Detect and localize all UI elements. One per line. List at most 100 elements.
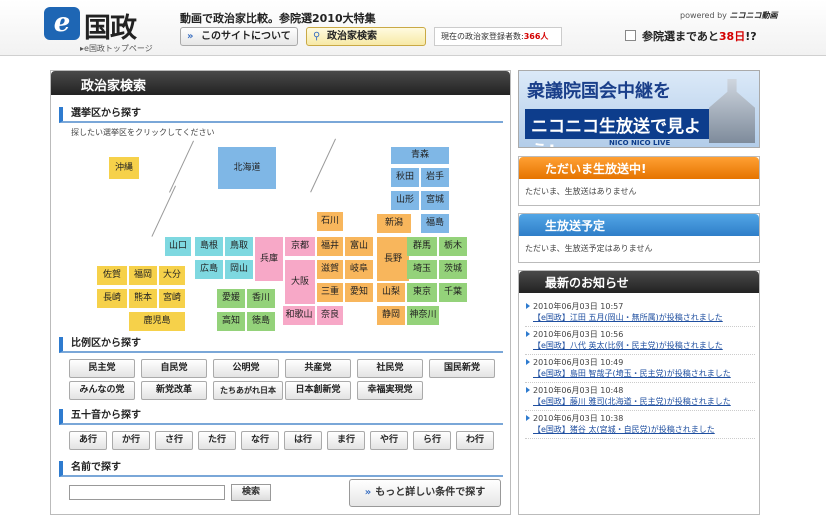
news-link[interactable]: 【e国政】猪谷 太(宮城・自民党)が投稿されました xyxy=(533,424,755,435)
prefecture-0[interactable]: 沖縄 xyxy=(109,157,139,179)
news-list: 2010年06月03日 10:57 【e国政】江田 五月(岡山・無所属)が投稿され… xyxy=(519,293,759,439)
party-button-6[interactable]: みんなの党 xyxy=(69,381,135,400)
prefecture-18[interactable]: 栃木 xyxy=(439,237,467,256)
prefecture-24[interactable]: 岐阜 xyxy=(345,260,373,279)
prefecture-13[interactable]: 京都 xyxy=(285,237,315,256)
prefecture-39[interactable]: 香川 xyxy=(247,289,275,308)
prefecture-33[interactable]: 東京 xyxy=(407,283,437,302)
news-item: 2010年06月03日 10:48 【e国政】藤川 雅司(北海道・民主党)が投稿さ… xyxy=(525,383,755,411)
prefecture-46[interactable]: 徳島 xyxy=(247,312,275,331)
prefecture-45[interactable]: 高知 xyxy=(217,312,245,331)
scheduled-title: 生放送予定 xyxy=(519,214,759,236)
party-button-3[interactable]: 共産党 xyxy=(285,359,351,378)
prefecture-36[interactable]: 熊本 xyxy=(129,289,157,308)
kana-button-4[interactable]: な行 xyxy=(241,431,279,450)
prefecture-19[interactable]: 広島 xyxy=(195,260,223,279)
advanced-search-button[interactable]: » もっと詳しい条件で探す xyxy=(349,479,501,507)
diet-live-banner[interactable]: 衆議院国会中継を ニコニコ生放送で見よう! NICO NICO LIVE xyxy=(518,70,760,148)
prefecture-40[interactable]: 和歌山 xyxy=(283,306,315,325)
news-item: 2010年06月03日 10:49 【e国政】島田 智哉子(埼玉・民主党)が投稿さ… xyxy=(525,355,755,383)
prefecture-11[interactable]: 島根 xyxy=(195,237,223,256)
prefecture-41[interactable]: 奈良 xyxy=(317,306,343,325)
prefecture-15[interactable]: 富山 xyxy=(345,237,373,256)
kana-button-1[interactable]: か行 xyxy=(112,431,150,450)
prefecture-14[interactable]: 福井 xyxy=(317,237,343,256)
kana-button-8[interactable]: ら行 xyxy=(413,431,451,450)
double-chevron-icon: » xyxy=(187,31,194,42)
prefecture-37[interactable]: 宮崎 xyxy=(159,289,185,308)
name-search-button[interactable]: 検索 xyxy=(231,484,271,501)
live-now-text: ただいま、生放送はありません xyxy=(525,187,637,196)
news-link[interactable]: 【e国政】江田 五月(岡山・無所属)が投稿されました xyxy=(533,312,755,323)
prefecture-12[interactable]: 鳥取 xyxy=(225,237,253,256)
prefecture-17[interactable]: 群馬 xyxy=(407,237,437,256)
scheduled-text: ただいま、生放送予定はありません xyxy=(525,244,653,253)
prefecture-34[interactable]: 千葉 xyxy=(439,283,467,302)
politician-search-button[interactable]: ⚲ 政治家検索 xyxy=(306,27,426,46)
kana-button-6[interactable]: ま行 xyxy=(327,431,365,450)
prefecture-6[interactable]: 宮城 xyxy=(421,191,449,210)
party-button-8[interactable]: たちあがれ日本 xyxy=(213,381,283,400)
news-link[interactable]: 【e国政】藤川 雅司(北海道・民主党)が投稿されました xyxy=(533,396,755,407)
prefecture-25[interactable]: 埼玉 xyxy=(407,260,437,279)
panel-title: 政治家検索 xyxy=(51,71,510,95)
news-link[interactable]: 【e国政】八代 英太(比例・民主党)が投稿されました xyxy=(533,340,755,351)
prefecture-1[interactable]: 北海道 xyxy=(218,147,276,189)
district-heading: 選挙区から探す xyxy=(59,107,503,123)
party-button-5[interactable]: 国民新党 xyxy=(429,359,495,378)
banner-sub: NICO NICO LIVE xyxy=(609,139,671,147)
party-button-1[interactable]: 自民党 xyxy=(141,359,207,378)
prefecture-30[interactable]: 三重 xyxy=(317,283,343,302)
prefecture-44[interactable]: 鹿児島 xyxy=(129,312,185,331)
party-button-4[interactable]: 社民党 xyxy=(357,359,423,378)
news-time: 2010年06月03日 10:57 xyxy=(533,302,624,311)
diet-building-icon xyxy=(709,79,755,143)
prefecture-29[interactable]: 大分 xyxy=(159,266,185,285)
prefecture-8[interactable]: 福島 xyxy=(421,214,449,233)
niconico-logo[interactable]: ニコニコ動画 xyxy=(729,11,777,20)
prefecture-4[interactable]: 岩手 xyxy=(421,168,449,187)
party-button-2[interactable]: 公明党 xyxy=(213,359,279,378)
prefecture-38[interactable]: 愛媛 xyxy=(217,289,245,308)
prefecture-31[interactable]: 愛知 xyxy=(345,283,373,302)
election-countdown: 参院選まであと38日!? xyxy=(625,28,757,44)
news-time: 2010年06月03日 10:38 xyxy=(533,414,624,423)
proportional-heading: 比例区から探す xyxy=(59,337,503,353)
prefecture-9[interactable]: 石川 xyxy=(317,212,343,231)
site-logo-text[interactable]: 国政 xyxy=(84,6,137,45)
prefecture-16[interactable]: 長野 xyxy=(377,237,409,281)
prefecture-20[interactable]: 岡山 xyxy=(225,260,253,279)
news-link[interactable]: 【e国政】島田 智哉子(埼玉・民主党)が投稿されました xyxy=(533,368,755,379)
kana-button-9[interactable]: わ行 xyxy=(456,431,494,450)
prefecture-23[interactable]: 滋賀 xyxy=(317,260,343,279)
top-page-link[interactable]: ▸e国政トップページ xyxy=(80,43,153,54)
name-search-input[interactable] xyxy=(69,485,225,500)
news-title: 最新のお知らせ xyxy=(519,271,759,293)
party-button-10[interactable]: 幸福実現党 xyxy=(357,381,423,400)
prefecture-43[interactable]: 神奈川 xyxy=(407,306,439,325)
party-button-9[interactable]: 日本創新党 xyxy=(285,381,351,400)
prefecture-21[interactable]: 兵庫 xyxy=(255,237,283,281)
kana-button-2[interactable]: さ行 xyxy=(155,431,193,450)
prefecture-2[interactable]: 青森 xyxy=(391,147,449,164)
name-heading: 名前で探す xyxy=(59,461,503,477)
kana-button-7[interactable]: や行 xyxy=(370,431,408,450)
prefecture-27[interactable]: 佐賀 xyxy=(97,266,127,285)
site-logo-mark[interactable]: e xyxy=(44,7,80,40)
about-button[interactable]: » このサイトについて xyxy=(180,27,298,46)
prefecture-5[interactable]: 山形 xyxy=(391,191,419,210)
kana-button-3[interactable]: た行 xyxy=(198,431,236,450)
prefecture-32[interactable]: 山梨 xyxy=(377,283,405,302)
prefecture-28[interactable]: 福岡 xyxy=(129,266,157,285)
prefecture-35[interactable]: 長崎 xyxy=(97,289,127,308)
prefecture-42[interactable]: 静岡 xyxy=(377,306,405,325)
party-button-0[interactable]: 民主党 xyxy=(69,359,135,378)
prefecture-7[interactable]: 新潟 xyxy=(377,214,411,233)
kana-button-0[interactable]: あ行 xyxy=(69,431,107,450)
prefecture-26[interactable]: 茨城 xyxy=(439,260,467,279)
prefecture-3[interactable]: 秋田 xyxy=(391,168,419,187)
prefecture-10[interactable]: 山口 xyxy=(165,237,191,256)
kana-button-5[interactable]: は行 xyxy=(284,431,322,450)
prefecture-22[interactable]: 大阪 xyxy=(285,260,315,304)
party-button-7[interactable]: 新党改革 xyxy=(141,381,207,400)
